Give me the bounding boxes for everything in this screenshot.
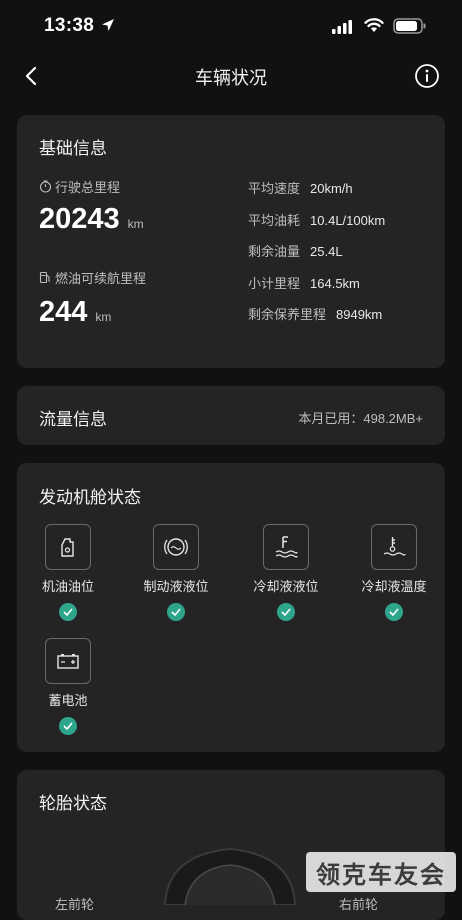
front-right-tire-label: 右前轮	[339, 897, 379, 912]
stat-label: 平均油耗	[248, 213, 301, 228]
stat-value: 25.4L	[310, 244, 343, 259]
check-icon	[167, 603, 185, 621]
traffic-title: 流量信息	[39, 410, 107, 429]
total-mileage: 20243 km	[39, 203, 144, 236]
engine-item-oil: 机油油位	[13, 524, 123, 621]
wifi-icon	[364, 18, 384, 32]
stat-row: 剩余油量 25.4L	[248, 241, 343, 260]
stat-value: 10.4L/100km	[310, 213, 386, 228]
stat-label: 剩余保养里程	[248, 307, 327, 322]
range-label: 燃油可续航里程	[55, 271, 147, 286]
stat-label: 剩余油量	[248, 244, 301, 259]
coolant-temp-icon	[371, 524, 417, 570]
stat-value: 8949km	[336, 307, 383, 322]
range-value: 244	[39, 296, 88, 328]
engine-item-coolant-temp: 冷却液温度	[339, 524, 449, 621]
check-icon	[59, 717, 77, 735]
range-label-row: 燃油可续航里程	[39, 268, 146, 287]
brake-fluid-icon	[153, 524, 199, 570]
stat-value: 164.5km	[310, 276, 360, 291]
check-icon	[385, 603, 403, 621]
fuel-pump-icon	[39, 271, 50, 284]
range-unit: km	[95, 310, 112, 324]
engine-item-battery: 蓄电池	[13, 638, 123, 735]
engine-item-coolant-level: 冷却液液位	[231, 524, 341, 621]
location-arrow-icon	[102, 19, 114, 31]
nav-bar: 车辆状况	[0, 52, 462, 100]
engine-item-label: 蓄电池	[48, 693, 88, 708]
info-icon[interactable]	[414, 63, 440, 89]
status-bar: 13:38	[0, 0, 462, 52]
engine-item-label: 制动液液位	[143, 579, 209, 594]
engine-item-brake-fluid: 制动液液位	[121, 524, 231, 621]
engine-status-title: 发动机舱状态	[39, 488, 141, 507]
total-mileage-label: 行驶总里程	[55, 180, 121, 195]
watermark-logo: 领克车友会	[306, 852, 456, 892]
coolant-level-icon	[263, 524, 309, 570]
battery-icon	[45, 638, 91, 684]
stopwatch-icon	[39, 180, 52, 193]
basic-info-title: 基础信息	[39, 139, 107, 158]
total-mileage-label-row: 行驶总里程	[39, 177, 120, 196]
total-mileage-unit: km	[127, 217, 144, 231]
stat-label: 平均速度	[248, 181, 301, 196]
stat-row: 平均速度 20km/h	[248, 178, 353, 197]
cellular-signal-icon	[332, 20, 352, 34]
engine-status-card: 发动机舱状态 机油油位 制动液液位 冷却液液位 冷却液温度 蓄电池	[17, 463, 445, 752]
engine-item-label: 冷却液温度	[361, 579, 427, 594]
tire-status-title: 轮胎状态	[39, 794, 107, 813]
stat-row: 平均油耗 10.4L/100km	[248, 210, 385, 229]
battery-status-icon	[393, 18, 426, 34]
check-icon	[277, 603, 295, 621]
traffic-usage: 本月已用：498.2MB+	[298, 411, 423, 426]
engine-item-label: 冷却液液位	[253, 579, 319, 594]
stat-value: 20km/h	[310, 181, 353, 196]
oil-can-icon	[45, 524, 91, 570]
total-mileage-value: 20243	[39, 203, 120, 235]
stat-row: 剩余保养里程 8949km	[248, 304, 382, 323]
basic-info-card: 基础信息 行驶总里程 20243 km 燃油可续航里程 244 km 平均速度 20k…	[17, 115, 445, 368]
status-time: 13:38	[44, 15, 95, 36]
engine-item-label: 机油油位	[41, 579, 94, 594]
check-icon	[59, 603, 77, 621]
stat-row: 小计里程 164.5km	[248, 273, 360, 292]
page-title: 车辆状况	[195, 68, 267, 88]
traffic-card[interactable]: 流量信息 本月已用：498.2MB+	[17, 386, 445, 445]
stat-label: 小计里程	[248, 276, 301, 291]
tire-status-card: 轮胎状态 左前轮 右前轮	[17, 770, 445, 920]
range: 244 km	[39, 296, 111, 329]
car-top-view-icon	[163, 847, 297, 905]
front-left-tire-label: 左前轮	[55, 897, 95, 912]
